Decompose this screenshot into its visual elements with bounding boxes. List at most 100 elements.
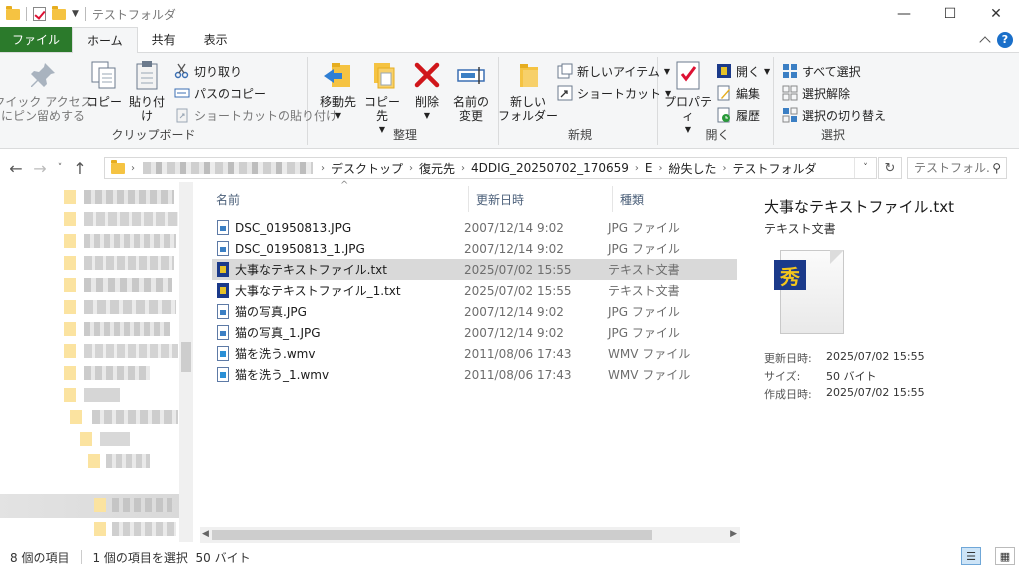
help-icon[interactable]: ? <box>997 31 1013 48</box>
file-row[interactable]: 猫を洗う.wmv 2011/08/06 17:43 WMV ファイル <box>212 343 737 364</box>
breadcrumb-lost[interactable]: 紛失した <box>662 160 722 177</box>
properties-icon[interactable] <box>33 7 46 21</box>
collapse-ribbon-icon[interactable] <box>979 35 991 48</box>
invert-selection-button[interactable]: 選択の切り替え <box>782 105 886 125</box>
history-icon <box>716 107 732 123</box>
maximize-button[interactable]: ☐ <box>927 0 973 28</box>
details-view-icon[interactable]: ☰ <box>961 547 981 565</box>
open-group-label: 開く <box>705 128 730 142</box>
history-button[interactable]: 履歴 <box>716 105 760 125</box>
divider <box>81 550 83 564</box>
cut-button[interactable]: 切り取り <box>174 61 242 81</box>
breadcrumb-desktop[interactable]: デスクトップ <box>325 160 409 177</box>
file-row[interactable]: 猫を洗う_1.wmv 2011/08/06 17:43 WMV ファイル <box>212 364 737 385</box>
rename-button[interactable]: 名前の 変更 <box>448 59 494 123</box>
blurred-tree-item <box>92 410 178 424</box>
address-dropdown-icon[interactable]: ˅ <box>854 158 876 178</box>
file-row[interactable]: 猫の写真.JPG 2007/12/14 9:02 JPG ファイル <box>212 301 737 322</box>
horizontal-scroll-thumb[interactable] <box>212 530 652 540</box>
select-all-button[interactable]: すべて選択 <box>782 61 861 81</box>
open-group: プロパティ ▼ 開く ▼ 編集 履歴 開く <box>662 57 774 145</box>
up-arrow-icon[interactable]: ↑ <box>68 159 92 178</box>
blurred-tree-icon <box>64 212 76 226</box>
file-date: 2007/12/14 9:02 <box>464 241 564 256</box>
blurred-tree-item <box>84 300 176 314</box>
invert-selection-icon <box>782 107 798 123</box>
new-item-button[interactable]: 新しいアイテム ▼ <box>557 61 670 81</box>
search-input[interactable] <box>914 161 990 175</box>
scroll-right-icon[interactable]: ▶ <box>730 529 737 539</box>
edit-icon <box>716 85 732 101</box>
view-switcher: ☰ ▦ <box>951 547 1015 565</box>
details-pane: 大事なテキストファイル.txt テキスト文書 秀 更新日時: 2025/07/0… <box>752 182 1019 542</box>
column-divider[interactable] <box>612 186 613 212</box>
file-row-selected[interactable]: 大事なテキストファイル.txt 2025/07/02 15:55 テキスト文書 <box>212 259 737 280</box>
back-arrow-icon[interactable]: ← <box>4 159 28 178</box>
new-folder-button[interactable]: 新しい フォルダー <box>498 59 558 123</box>
file-row[interactable]: 猫の写真_1.JPG 2007/12/14 9:02 JPG ファイル <box>212 322 737 343</box>
details-file-name: 大事なテキストファイル.txt <box>764 198 954 216</box>
divider <box>26 7 27 21</box>
close-button[interactable]: ✕ <box>973 0 1019 28</box>
tab-share[interactable]: 共有 <box>138 27 190 52</box>
breadcrumb-restore[interactable]: 復元先 <box>413 160 461 177</box>
tab-home[interactable]: ホーム <box>72 27 138 53</box>
navigation-pane <box>0 182 193 542</box>
minimize-button[interactable]: — <box>881 0 927 28</box>
delete-x-icon <box>411 59 443 91</box>
breadcrumb-e[interactable]: E <box>639 161 659 175</box>
large-icons-view-icon[interactable]: ▦ <box>995 547 1015 565</box>
address-bar[interactable]: › › デスクトップ › 復元先 › 4DDIG_20250702_170659… <box>104 157 877 179</box>
file-row[interactable]: 大事なテキストファイル_1.txt 2025/07/02 15:55 テキスト文… <box>212 280 737 301</box>
customize-quick-access-dropdown[interactable]: ▼ <box>72 9 79 19</box>
blurred-tree-icon <box>64 344 76 358</box>
new-folder-icon[interactable] <box>52 5 66 20</box>
clipboard-group: クイック アクセス にピン留めする コピー 貼り付け 切り取り パスのコピー <box>0 57 338 145</box>
file-list-horizontal-scrollbar[interactable]: ◀ ▶ <box>200 527 740 543</box>
file-row[interactable]: DSC_01950813_1.JPG 2007/12/14 9:02 JPG フ… <box>212 238 737 259</box>
select-none-button[interactable]: 選択解除 <box>782 83 850 103</box>
ribbon: クイック アクセス にピン留めする コピー 貼り付け 切り取り パスのコピー <box>0 53 1019 149</box>
file-row[interactable]: DSC_01950813.JPG 2007/12/14 9:02 JPG ファイ… <box>212 217 737 238</box>
file-list: ^ 名前 更新日時 種類 DSC_01950813.JPG 2007/12/14… <box>200 180 740 543</box>
delete-button[interactable]: 削除 ▼ <box>410 59 444 123</box>
blurred-tree-icon <box>64 190 76 204</box>
paste-shortcut-icon <box>174 107 190 123</box>
move-to-button[interactable]: 移動先 ▼ <box>316 59 360 123</box>
column-header-type[interactable]: 種類 <box>620 186 730 212</box>
pin-quick-access-button[interactable]: クイック アクセス にピン留めする <box>0 59 93 123</box>
copy-button[interactable]: コピー <box>86 59 122 109</box>
scroll-left-icon[interactable]: ◀ <box>202 529 209 539</box>
breadcrumb-test-folder[interactable]: テストフォルダ <box>726 160 822 177</box>
easy-access-button[interactable]: ショートカット ▼ <box>557 83 671 103</box>
search-box[interactable]: ⚲ <box>907 157 1007 179</box>
image-file-icon <box>217 220 229 235</box>
blurred-tree-item <box>84 366 150 380</box>
edit-button[interactable]: 編集 <box>716 83 760 103</box>
forward-arrow-icon[interactable]: → <box>28 159 52 178</box>
open-button[interactable]: 開く ▼ <box>716 61 770 81</box>
file-date: 2007/12/14 9:02 <box>464 304 564 319</box>
file-type: JPG ファイル <box>608 305 680 319</box>
file-date: 2007/12/14 9:02 <box>464 220 564 235</box>
navigation-pane-scroll-thumb[interactable] <box>181 342 191 372</box>
blurred-tree-icon <box>64 366 76 380</box>
copy-path-button[interactable]: パスのコピー <box>174 83 266 103</box>
breadcrumb-4ddig[interactable]: 4DDIG_20250702_170659 <box>465 161 635 175</box>
window-title: テストフォルダ <box>91 7 176 22</box>
recent-locations-dropdown-icon[interactable]: ˅ <box>52 163 68 173</box>
tab-view[interactable]: 表示 <box>190 27 242 52</box>
paste-button[interactable]: 貼り付け <box>124 59 170 123</box>
column-divider[interactable] <box>468 186 469 212</box>
video-file-icon <box>217 367 229 382</box>
refresh-icon: ↻ <box>884 160 896 176</box>
column-header-name[interactable]: 名前 <box>216 186 466 212</box>
file-name: 猫の写真_1.JPG <box>235 326 321 340</box>
new-item-icon <box>557 63 573 79</box>
tab-file[interactable]: ファイル <box>0 27 73 52</box>
column-header-date[interactable]: 更新日時 <box>476 186 610 212</box>
image-file-icon <box>217 325 229 340</box>
open-dropdown-icon: ▼ <box>764 66 771 76</box>
select-group-label: 選択 <box>820 128 845 142</box>
refresh-button[interactable]: ↻ <box>878 157 902 179</box>
